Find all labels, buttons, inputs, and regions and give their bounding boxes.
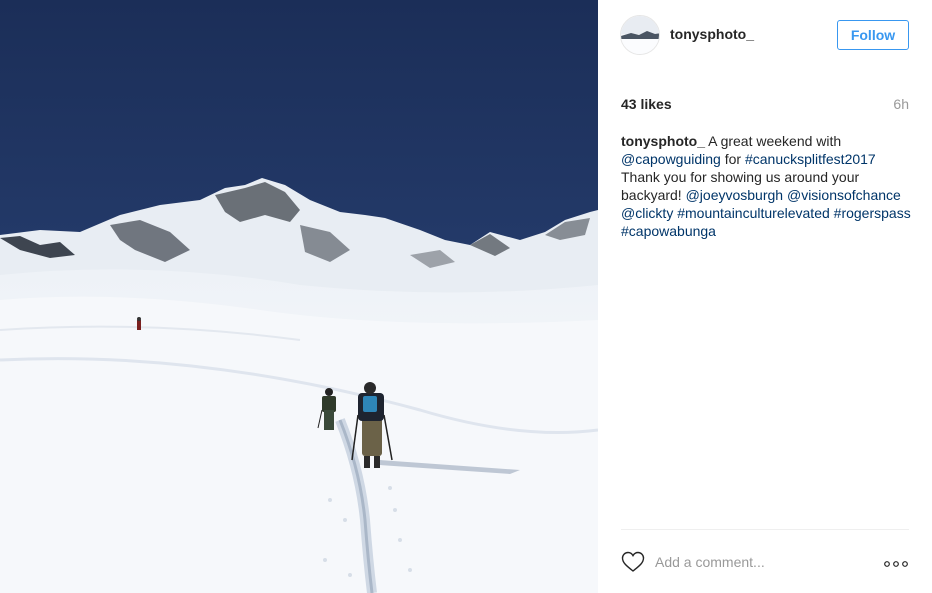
mention-link[interactable]: @clickty [621,205,673,221]
follow-button[interactable]: Follow [837,20,909,50]
hashtag-link[interactable]: #mountainculturelevated [677,205,830,221]
ski-touring-mountain-image [0,0,598,593]
avatar[interactable] [620,15,660,55]
comment-input[interactable] [655,553,855,571]
hashtag-link[interactable]: #rogerspass [834,205,911,221]
likes-count[interactable]: 43 likes [621,96,672,112]
mention-link[interactable]: @capowguiding [621,151,721,167]
hashtag-link[interactable]: #capowabunga [621,223,716,239]
divider [621,529,909,530]
post-timestamp[interactable]: 6h [893,96,909,112]
post-header: tonysphoto_ Follow [598,0,932,70]
mention-link[interactable]: @visionsofchance [787,187,901,203]
post-photo[interactable] [0,0,598,593]
post-details-panel: tonysphoto_ Follow 43 likes 6h tonysphot… [598,0,932,593]
caption-username[interactable]: tonysphoto_ [621,133,705,149]
hashtag-link[interactable]: #canucksplitfest2017 [745,151,876,167]
more-options-icon[interactable] [883,556,909,567]
heart-icon[interactable] [621,551,645,573]
caption-text: for [720,151,745,167]
post-caption: tonysphoto_ A great weekend with @capowg… [621,132,911,240]
caption-text: A great weekend with [705,133,842,149]
mention-link[interactable]: @joeyvosburgh [686,187,784,203]
username-link[interactable]: tonysphoto_ [670,26,754,42]
avatar-image [621,16,659,54]
